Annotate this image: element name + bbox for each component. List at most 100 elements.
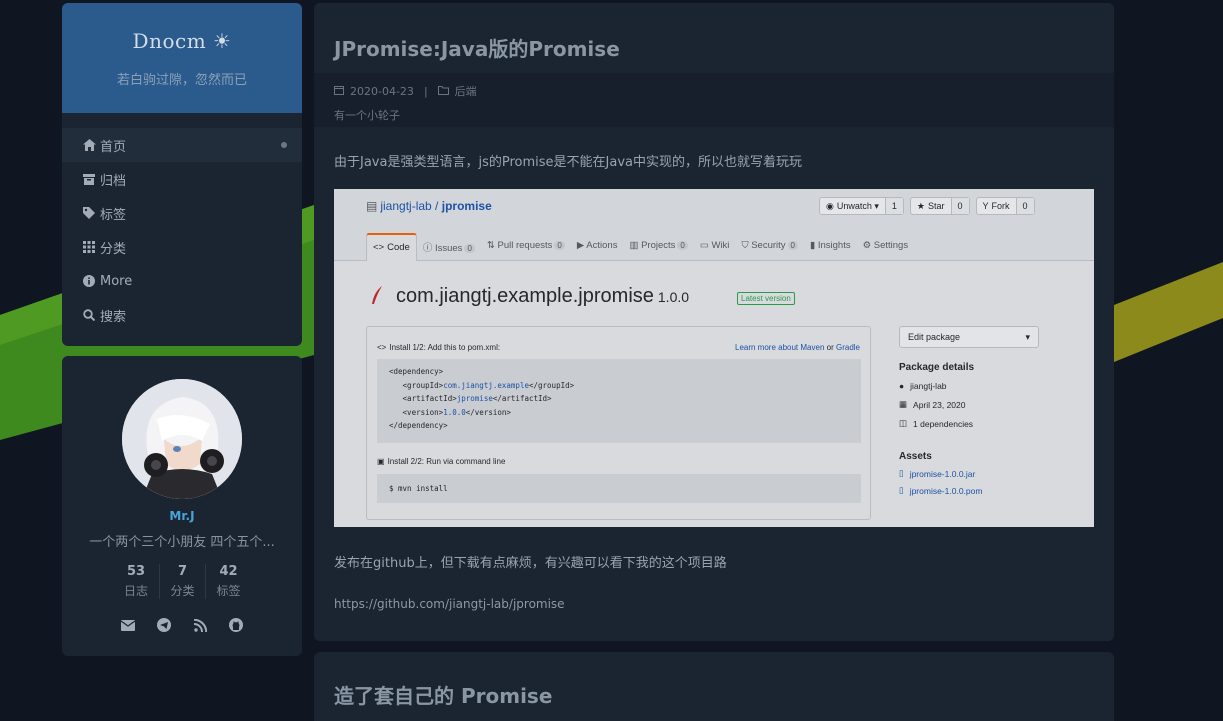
site-title[interactable]: Dnocm ☀ [62,29,302,53]
tab-security: ⛉ Security 0 [735,233,804,261]
repo-action-buttons: ◉ Unwatch ▾ 1 ★ Star 0 Y Fork 0 [819,197,1035,215]
rss-icon[interactable] [192,617,208,633]
install-step-1: <> Install 1/2: Add this to pom.xml: [377,343,501,352]
assets-heading: Assets [899,451,932,462]
fork-button: Y Fork 0 [975,197,1035,215]
tab-issues: ⓘ Issues 0 [417,233,481,261]
package-details-heading: Package details [899,362,975,373]
fork-icon: Y [982,201,989,211]
menu-item-archive[interactable]: 归档 [62,162,302,196]
post-title[interactable]: 造了套自己的 Promise [314,652,1114,721]
package-icon: ◫ [899,418,908,428]
author-name: Mr.J [169,509,195,523]
tab-settings: ⚙ Settings [862,240,909,251]
stat-number: 7 [177,564,188,579]
avatar [122,379,242,499]
post-description: 有一个小轮子 [334,109,400,122]
tab-projects: ▥ Projects 0 [623,233,693,261]
star-button: ★ Star 0 [909,197,970,215]
repo-header: ▤ jiangtj-lab / jpromise ◉ Unwatch ▾ 1 ★ Sta… [334,189,1094,261]
search-icon [82,309,96,321]
post-title[interactable]: JPromise:Java版的Promise [314,3,1114,73]
repo-path: ▤ jiangtj-lab / jpromise [366,199,492,213]
stat-tags[interactable]: 42 标签 [205,564,251,599]
tags-icon [82,207,96,219]
menu-item-more[interactable]: More [62,264,302,298]
tab-insights: ▮ Insights [809,240,851,251]
calendar-icon [334,85,344,98]
menu-item-home[interactable]: 首页 [62,128,302,162]
star-icon: ★ [916,200,925,211]
menu-item-tags[interactable]: 标签 [62,196,302,230]
sidebar-brand-panel: Dnocm ☀ 若白驹过隙，忽然而已 首页 归档 标签 分类 More 搜索 [62,3,302,346]
detail-dependencies: ◫ 1 dependencies [899,418,974,429]
stat-posts[interactable]: 53 日志 [113,564,159,599]
post-body: 由于Java是强类型语言，js的Promise是不能在Java中实现的，所以也就… [314,151,1114,611]
post-card: 造了套自己的 Promise [314,652,1114,721]
install-box: <> Install 1/2: Add this to pom.xml: Lear… [366,326,871,520]
repo-owner: jiangtj-lab [380,199,432,213]
file-icon: ▯ [899,485,904,495]
grid-icon [82,241,96,253]
post-date: 2020-04-23 [350,84,414,98]
post-card: JPromise:Java版的Promise 2020-04-23 | 后端 有… [314,3,1114,641]
menu-label: 分类 [100,241,127,257]
repo-book-icon: ▤ [366,199,378,213]
github-package-screenshot: ▤ jiangtj-lab / jpromise ◉ Unwatch ▾ 1 ★ Sta… [334,189,1094,527]
owner-icon: ● [899,381,905,391]
brand-header: Dnocm ☀ 若白驹过隙，忽然而已 [62,3,302,113]
site-subtitle: 若白驹过隙，忽然而已 [116,73,247,88]
github-icon[interactable] [228,617,244,633]
folder-icon [437,85,449,98]
repo-name: jpromise [441,199,492,213]
tab-pull-requests: ⇅ Pull requests 0 [481,233,571,261]
maven-feather-icon [370,286,384,309]
stat-label: 日志 [123,584,148,598]
archive-icon [82,173,96,185]
latest-version-badge: Latest version [737,292,795,305]
package-title: com.jiangtj.example.jpromise 1.0.0 [396,285,690,307]
tab-actions: ▶ Actions [576,240,618,251]
stat-categories[interactable]: 7 分类 [159,564,205,599]
menu-label: 标签 [100,207,127,223]
repo-tabs: <> Code ⓘ Issues 0 ⇅ Pull requests 0 ▶ Acti… [366,233,914,261]
menu-item-search[interactable]: 搜索 [62,298,302,332]
asset-jar: ▯ jpromise-1.0.0.jar [899,468,976,479]
stat-label: 分类 [170,584,195,598]
detail-owner: ● jiangtj-lab [899,381,947,391]
tab-wiki: ▭ Wiki [699,240,730,251]
telegram-icon[interactable] [156,617,172,633]
post-paragraph: 由于Java是强类型语言，js的Promise是不能在Java中实现的，所以也就… [334,155,802,170]
menu-label: 首页 [100,139,127,155]
repo-link[interactable]: https://github.com/jiangtj-lab/jpromise [334,597,1094,611]
menu-label: More [100,273,133,289]
asset-pom: ▯ jpromise-1.0.0.pom [899,485,983,496]
post-category[interactable]: 后端 [455,83,477,99]
menu-item-categories[interactable]: 分类 [62,230,302,264]
detail-date: ▦ April 23, 2020 [899,399,966,410]
mail-icon[interactable] [120,617,136,633]
home-icon [82,139,96,151]
info-icon [82,275,96,287]
post-meta: 2020-04-23 | 后端 有一个小轮子 [314,73,1114,127]
file-icon: ▯ [899,468,904,478]
command-block: $ mvn install [377,474,861,503]
active-dot [281,142,287,148]
post-paragraph: 发布在github上，但下载有点麻烦，有兴趣可以看下我的这个项目路 [334,556,727,571]
author-stats: 53 日志 7 分类 42 标签 [62,564,302,599]
unwatch-button: ◉ Unwatch ▾ 1 [819,197,904,215]
main-menu: 首页 归档 标签 分类 More 搜索 [62,113,302,332]
menu-label: 搜索 [100,309,127,325]
social-links [62,617,302,633]
menu-label: 归档 [100,173,127,189]
stat-number: 42 [219,564,238,579]
calendar-icon: ▦ [899,399,908,409]
eye-icon: ◉ [826,200,834,211]
meta-divider: | [423,84,428,98]
stat-number: 53 [126,564,146,579]
tab-code: <> Code [366,233,417,261]
install-step-2: ▣ Install 2/2: Run via command line [377,457,506,466]
pom-code-block: <dependency> <groupId>com.jiangtj.exampl… [377,359,861,443]
stat-label: 标签 [216,584,241,598]
edit-package-button: Edit package ▾ [899,326,1039,348]
